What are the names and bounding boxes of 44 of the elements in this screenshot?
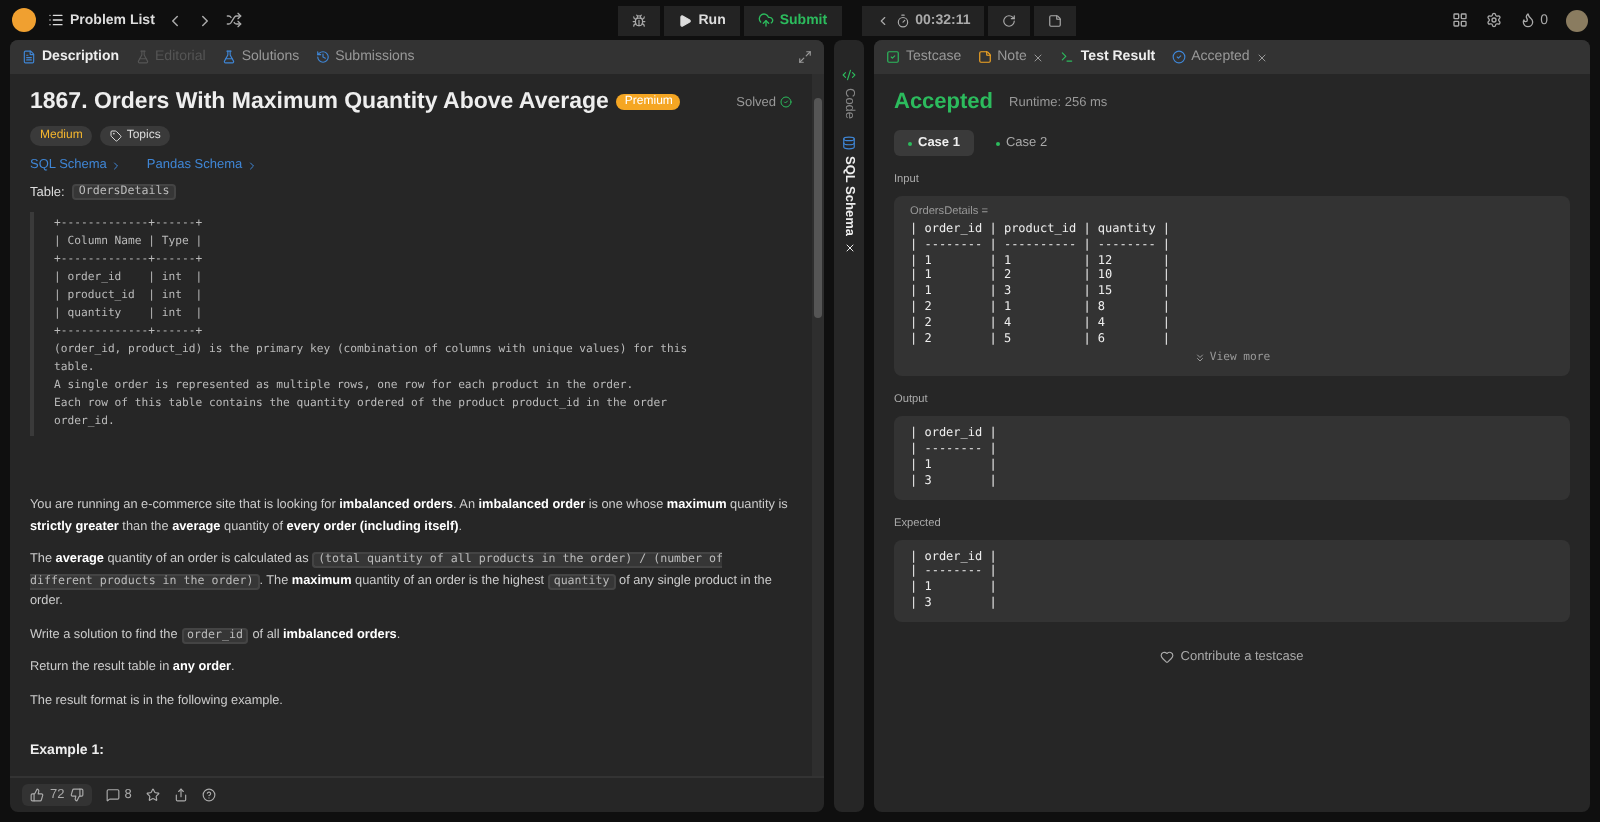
bug-icon — [632, 13, 647, 27]
chevron-icon — [246, 159, 259, 171]
check-circle-icon — [1171, 50, 1186, 64]
reset-button[interactable] — [988, 5, 1031, 35]
flame-icon — [1520, 12, 1537, 28]
heart-icon — [1160, 649, 1175, 664]
thumbs-down-icon — [70, 788, 85, 802]
result-status: Accepted — [894, 90, 994, 114]
tag-icon — [110, 130, 123, 142]
shuffle-icon[interactable] — [226, 12, 243, 28]
problem-title: 1867. Orders With Maximum Quantity Above Average — [30, 90, 609, 114]
flask-icon — [135, 50, 150, 64]
close-icon — [1032, 51, 1045, 63]
thumbs-up-icon — [30, 788, 44, 802]
chevron-icon — [875, 13, 890, 27]
help-icon[interactable] — [201, 788, 216, 802]
play-icon — [678, 13, 693, 27]
settings-icon[interactable] — [1486, 12, 1503, 28]
document-icon — [22, 50, 36, 64]
terminal-icon — [1060, 50, 1075, 64]
code-icon — [842, 68, 856, 82]
layout-icon[interactable] — [1452, 12, 1469, 28]
maximize-icon[interactable] — [798, 50, 812, 64]
logo — [12, 8, 36, 32]
cloud-upload-icon — [757, 12, 774, 28]
comment-icon — [106, 788, 121, 802]
note-icon — [977, 50, 992, 64]
debug-button[interactable] — [618, 5, 661, 35]
database-icon — [842, 135, 856, 150]
share-icon[interactable] — [173, 788, 188, 802]
list-icon — [48, 12, 64, 28]
chevron-icon — [110, 159, 123, 171]
close-icon — [1255, 51, 1268, 63]
check-circle-icon — [780, 96, 792, 108]
timer-icon — [895, 13, 910, 27]
history-icon — [315, 50, 330, 64]
note-icon — [1048, 13, 1063, 27]
star-icon[interactable] — [145, 788, 160, 802]
checkbox-icon — [886, 50, 900, 64]
avatar[interactable] — [1566, 9, 1588, 31]
flask-icon — [221, 50, 236, 64]
close-icon — [843, 241, 855, 254]
note-button[interactable] — [1034, 5, 1077, 35]
reset-icon — [1002, 13, 1017, 27]
